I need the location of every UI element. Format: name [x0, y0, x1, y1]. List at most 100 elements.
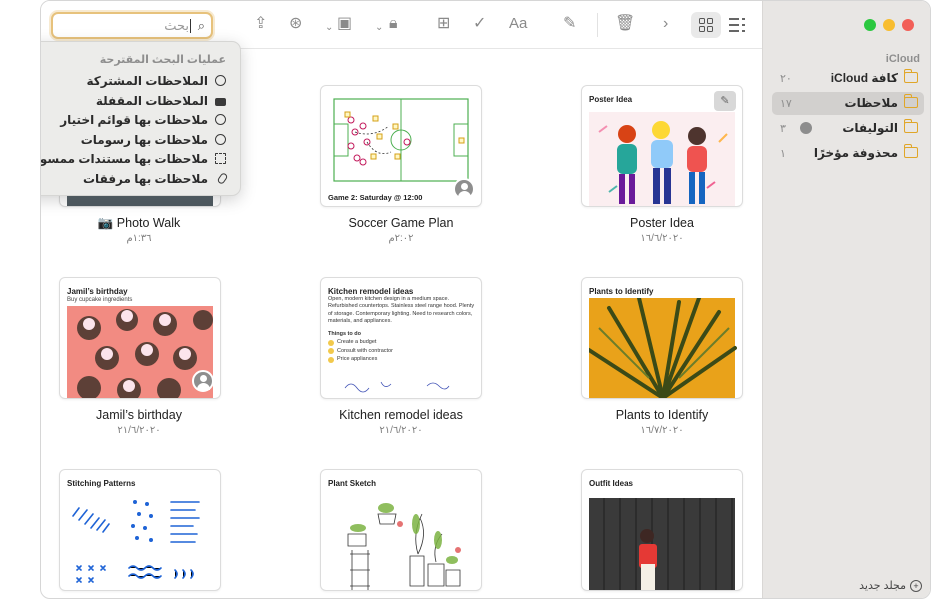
note-date: ١:٣٦م [126, 233, 152, 244]
note-caption: Soccer Game Plan [348, 216, 454, 230]
search-placeholder: بحث [164, 18, 189, 33]
scan-icon [215, 153, 226, 164]
note-date: ٢:٠٢م [388, 233, 414, 244]
card-title: Kitchen remodel ideas [328, 287, 414, 296]
table-icon[interactable]: ⊞ [437, 14, 450, 34]
note-card-plant-sketch[interactable]: Plant Sketch [320, 469, 482, 591]
close-button[interactable] [902, 19, 914, 31]
sidebar-item-notes[interactable]: ملاحظات ١٧ [772, 92, 924, 115]
suggestion-locked-notes[interactable]: الملاحظات المقفلة [41, 92, 226, 110]
palm-leaves-graphic [587, 296, 737, 398]
outfit-figure [639, 529, 657, 590]
sidebar-item-count: ١٧ [780, 98, 792, 110]
note-date: ٢١/٦/٢٠٢٠ [117, 425, 161, 436]
pin-icon[interactable]: ✎ [714, 91, 736, 111]
notes-window: ⌕ بحث ⇪ ⊛ ⌄ ▣ ⌄ 🔒︎ ⊞ ✓ Aa ✎ 🗑︎ › 📷 Photo… [40, 0, 931, 599]
sidebar-item-label: كافة iCloud [830, 71, 898, 85]
card-title: Stitching Patterns [67, 479, 136, 488]
todo-item: Create a budget [328, 339, 475, 346]
suggestion-drawings[interactable]: ملاحظات بها رسومات [41, 131, 226, 149]
sidebar-item-all-icloud[interactable]: كافة iCloud ٢٠ [772, 67, 924, 90]
media-icon[interactable]: ▣ [337, 14, 352, 34]
suggestion-label: ملاحظات بها رسومات [80, 133, 208, 147]
new-folder-button[interactable]: + مجلد جديد [859, 579, 922, 592]
card-title: Outfit Ideas [589, 479, 634, 488]
sidebar-item-label: محذوفة مؤخرًا [813, 146, 898, 160]
toolbar-divider [597, 13, 598, 37]
outfit-photo [589, 498, 735, 590]
search-icon: ⌕ [197, 18, 205, 33]
compose-icon[interactable]: ✎ [563, 14, 576, 34]
suggestion-checklists[interactable]: ملاحظات بها قوائم اختيار [41, 111, 226, 129]
minimize-button[interactable] [883, 19, 895, 31]
suggestion-label: ملاحظات بها قوائم اختيار [60, 113, 208, 127]
note-caption: Jamil’s birthday [96, 408, 182, 422]
lock-icon[interactable]: 🔒︎ [389, 14, 398, 34]
card-footer: Game 2: Saturday @ 12:00 [328, 193, 423, 202]
suggestions-header: عمليات البحث المقترحة [99, 54, 226, 66]
note-caption: Kitchen remodel ideas [339, 408, 463, 422]
suggestion-scanned-docs[interactable]: ملاحظات بها مستندات ممسوحة ضوئيًا [40, 150, 226, 168]
plus-icon: + [910, 580, 922, 592]
suggestion-label: ملاحظات بها مستندات ممسوحة ضوئيًا [40, 152, 208, 166]
shared-avatar-icon [453, 178, 475, 200]
note-card-soccer[interactable]: Game 2: Saturday @ 12:00 [320, 85, 482, 207]
stitching-patterns-graphic [72, 500, 200, 583]
suggestion-attachments[interactable]: ملاحظات بها مرفقات [41, 170, 229, 188]
handwriting-sketch [344, 381, 450, 393]
zoom-button[interactable] [864, 19, 876, 31]
search-suggestions-popover: عمليات البحث المقترحة الملاحظات المشتركة… [40, 41, 241, 196]
lock-icon [215, 98, 226, 106]
format-icon[interactable]: Aa [509, 14, 527, 34]
trash-icon[interactable]: 🗑︎ [615, 14, 635, 34]
card-subhead: Things to do [328, 330, 361, 337]
sidebar-item-compilations[interactable]: التوليفات ٣ [772, 117, 924, 140]
plants-photo [587, 296, 737, 398]
suggestion-label: ملاحظات بها مرفقات [83, 172, 208, 186]
collaborate-icon[interactable]: ⊛ [289, 14, 302, 34]
suggestion-label: الملاحظات المشتركة [86, 74, 208, 88]
chevron-right-icon[interactable]: › [663, 14, 668, 34]
sidebar-item-count: ١ [780, 148, 786, 160]
card-paragraph: Open, modern kitchen design in a medium … [328, 296, 475, 325]
gallery-view-button[interactable] [691, 12, 721, 38]
card-subtitle: Buy cupcake ingredients [67, 297, 133, 303]
sidebar-item-recently-deleted[interactable]: محذوفة مؤخرًا ١ [772, 142, 924, 165]
checkbox-icon [328, 356, 334, 363]
poster-figures [598, 121, 728, 204]
folder-icon [903, 144, 918, 158]
note-date: ٢١/٦/٢٠٢٠ [379, 425, 423, 436]
sidebar-item-label: ملاحظات [844, 96, 898, 110]
plant-sketch-graphic [347, 503, 461, 590]
note-card-birthday[interactable]: Jamil’s birthday Buy cupcake ingredients [59, 277, 221, 399]
poster-illustration [589, 112, 735, 206]
shared-avatar-icon [192, 370, 214, 392]
checklist-icon[interactable]: ✓ [473, 14, 486, 34]
folder-icon [903, 69, 918, 83]
shared-person-icon [215, 75, 226, 86]
sidebar-item-count: ٢٠ [780, 73, 792, 85]
card-title: Poster Idea [589, 95, 633, 104]
share-icon[interactable]: ⇪ [254, 14, 267, 34]
chevron-down-icon[interactable]: ⌄ [325, 18, 333, 38]
list-view-icon[interactable] [729, 18, 745, 32]
note-card-stitching[interactable]: Stitching Patterns [59, 469, 221, 591]
shared-person-icon [800, 122, 812, 134]
search-field[interactable]: ⌕ بحث [51, 12, 213, 39]
note-card-kitchen[interactable]: Kitchen remodel ideas Open, modern kitch… [320, 277, 482, 399]
suggestion-shared-notes[interactable]: الملاحظات المشتركة [41, 72, 226, 90]
note-caption: 📷 Photo Walk [97, 216, 181, 230]
gallery-view-icon [699, 18, 713, 32]
card-title: Jamil’s birthday [67, 287, 128, 296]
note-card-outfit[interactable]: Outfit Ideas [581, 469, 743, 591]
chevron-down-icon[interactable]: ⌄ [375, 18, 383, 38]
note-card-plants[interactable]: Plants to Identify [581, 277, 743, 399]
card-body: Open, modern kitchen design in a medium … [328, 296, 475, 363]
note-caption: Plants to Identify [615, 408, 709, 422]
checkbox-icon [328, 348, 334, 355]
text-caret [190, 19, 191, 33]
note-card-poster[interactable]: Poster Idea ✎ [581, 85, 743, 207]
shared-folder-icon [903, 119, 918, 133]
soccer-diagram [333, 98, 469, 182]
sidebar-item-count: ٣ [780, 123, 786, 135]
